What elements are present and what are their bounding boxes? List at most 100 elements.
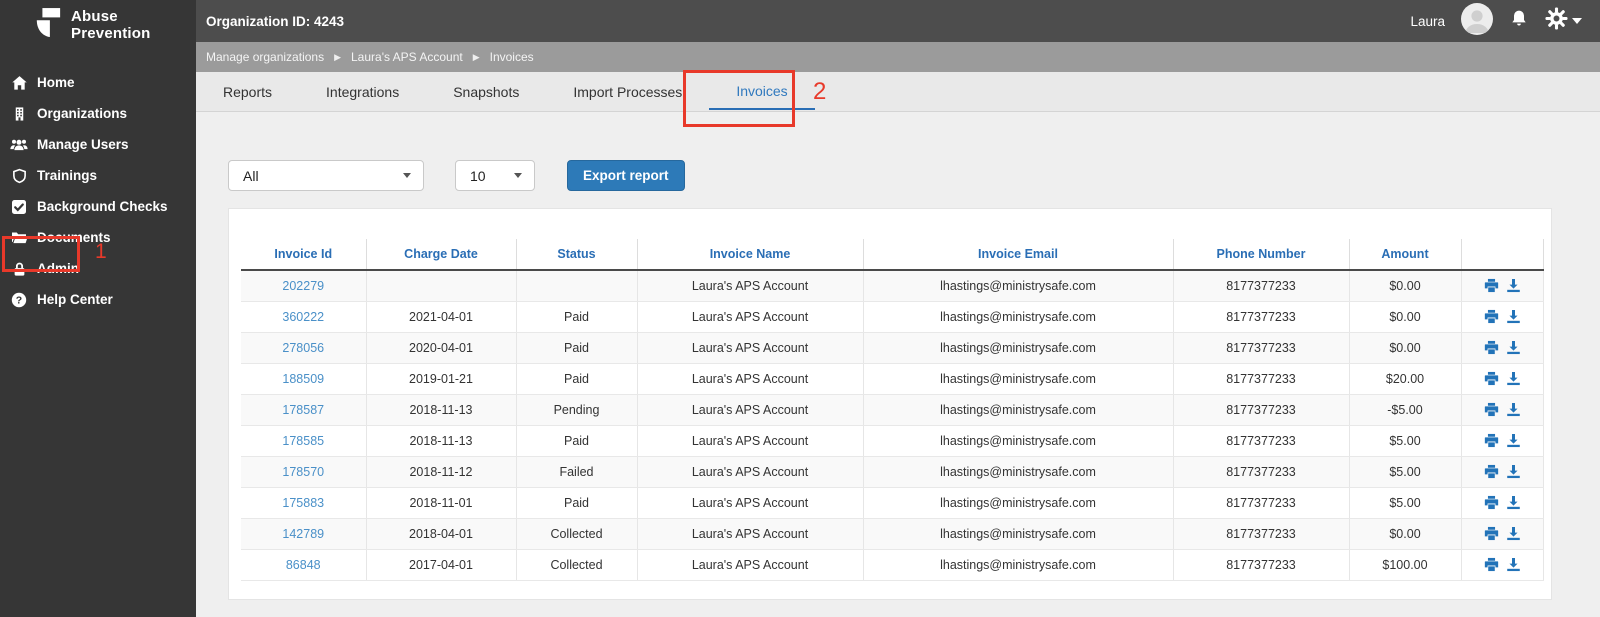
print-icon[interactable]: [1484, 340, 1499, 355]
page-size-value: 10: [470, 167, 486, 184]
settings-menu[interactable]: [1545, 7, 1582, 35]
charge-date-cell: 2020-04-01: [365, 332, 516, 364]
sidebar: Abuse Prevention Home Organizations Manage…: [0, 0, 196, 617]
sidebar-item-home[interactable]: Home: [0, 67, 196, 98]
charge-date-cell: 2018-11-01: [365, 487, 516, 519]
avatar[interactable]: [1461, 2, 1493, 40]
status-cell: Collected: [515, 518, 637, 550]
manage-users-icon: [10, 136, 28, 153]
breadcrumb-item[interactable]: Manage organizations: [206, 50, 324, 64]
invoice-name-cell: Laura's APS Account: [636, 301, 863, 333]
invoice-id-link[interactable]: 202279: [282, 279, 324, 293]
invoice-type-filter-select[interactable]: All: [228, 160, 424, 191]
amount-cell: $20.00: [1348, 363, 1461, 395]
tab-integrations[interactable]: Integrations: [299, 74, 426, 110]
print-icon[interactable]: [1484, 309, 1499, 324]
print-icon[interactable]: [1484, 278, 1499, 293]
trainings-icon: [10, 167, 28, 184]
column-header-invoice-id: Invoice Id: [241, 239, 366, 271]
download-icon[interactable]: [1506, 495, 1521, 510]
sidebar-item-admin[interactable]: Admin: [0, 253, 196, 284]
sidebar-item-manage-users[interactable]: Manage Users: [0, 129, 196, 160]
invoice-id-link[interactable]: 278056: [282, 341, 324, 355]
invoice-email-cell: lhastings@ministrysafe.com: [862, 425, 1173, 457]
sidebar-item-documents[interactable]: Documents: [0, 222, 196, 253]
download-icon[interactable]: [1506, 557, 1521, 572]
page-size-select[interactable]: 10: [455, 160, 535, 191]
actions-cell: [1460, 487, 1544, 519]
caret-down-icon[interactable]: [1572, 18, 1582, 24]
invoice-email-cell: lhastings@ministrysafe.com: [862, 518, 1173, 550]
invoice-name-cell: Laura's APS Account: [636, 518, 863, 550]
phone-number-cell: 8177377233: [1172, 332, 1349, 364]
invoice-id-link[interactable]: 360222: [282, 310, 324, 324]
tab-snapshots[interactable]: Snapshots: [426, 74, 546, 110]
home-icon: [10, 74, 28, 91]
status-cell: Failed: [515, 456, 637, 488]
actions-cell: [1460, 301, 1544, 333]
column-header-invoice-name: Invoice Name: [636, 239, 863, 271]
breadcrumb-item[interactable]: Invoices: [490, 50, 534, 64]
invoice-name-cell: Laura's APS Account: [636, 332, 863, 364]
row-actions: [1466, 495, 1539, 510]
export-report-button[interactable]: Export report: [567, 160, 685, 191]
row-actions: [1466, 526, 1539, 541]
row-actions: [1466, 309, 1539, 324]
actions-cell: [1460, 456, 1544, 488]
invoice-id-link[interactable]: 178587: [282, 403, 324, 417]
download-icon[interactable]: [1506, 402, 1521, 417]
download-icon[interactable]: [1506, 309, 1521, 324]
help-center-icon: ?: [10, 291, 28, 308]
download-icon[interactable]: [1506, 526, 1521, 541]
sidebar-item-help-center[interactable]: ? Help Center: [0, 284, 196, 315]
invoice-id-link[interactable]: 175883: [282, 496, 324, 510]
sidebar-item-organizations[interactable]: Organizations: [0, 98, 196, 129]
tab-import-processes[interactable]: Import Processes: [546, 74, 709, 110]
sidebar-item-background-checks[interactable]: Background Checks: [0, 191, 196, 222]
tab-invoices[interactable]: Invoices: [709, 74, 815, 110]
download-icon[interactable]: [1506, 340, 1521, 355]
status-cell: Paid: [515, 487, 637, 519]
invoice-id-cell: 360222: [241, 301, 366, 333]
column-header-amount: Amount: [1348, 239, 1461, 271]
invoice-id-cell: 278056: [241, 332, 366, 364]
tab-reports[interactable]: Reports: [196, 74, 299, 110]
download-icon[interactable]: [1506, 371, 1521, 386]
invoice-email-cell: lhastings@ministrysafe.com: [862, 456, 1173, 488]
download-icon[interactable]: [1506, 433, 1521, 448]
table-row: 360222 2021-04-01 Paid Laura's APS Account l…: [241, 301, 1544, 333]
print-icon[interactable]: [1484, 495, 1499, 510]
table-row: 175883 2018-11-01 Paid Laura's APS Account l…: [241, 487, 1544, 519]
download-icon[interactable]: [1506, 278, 1521, 293]
charge-date-cell: 2018-11-13: [365, 394, 516, 426]
row-actions: [1466, 278, 1539, 293]
print-icon[interactable]: [1484, 371, 1499, 386]
phone-number-cell: 8177377233: [1172, 456, 1349, 488]
invoice-id-link[interactable]: 178585: [282, 434, 324, 448]
actions-cell: [1460, 332, 1544, 364]
status-cell: Collected: [515, 549, 637, 581]
print-icon[interactable]: [1484, 464, 1499, 479]
invoice-email-cell: lhastings@ministrysafe.com: [862, 301, 1173, 333]
main-area: Organization ID: 4243 Laura Manage organ…: [196, 0, 1600, 617]
invoice-id-link[interactable]: 178570: [282, 465, 324, 479]
chevron-down-icon: [514, 173, 522, 178]
invoice-id-link[interactable]: 188509: [282, 372, 324, 386]
invoice-id-link[interactable]: 86848: [286, 558, 321, 572]
print-icon[interactable]: [1484, 433, 1499, 448]
brand-line1: Abuse: [71, 7, 118, 25]
status-cell: [515, 270, 637, 302]
row-actions: [1466, 371, 1539, 386]
status-cell: Paid: [515, 425, 637, 457]
print-icon[interactable]: [1484, 402, 1499, 417]
print-icon[interactable]: [1484, 526, 1499, 541]
amount-cell: $0.00: [1348, 301, 1461, 333]
download-icon[interactable]: [1506, 464, 1521, 479]
gear-icon[interactable]: [1545, 7, 1568, 35]
print-icon[interactable]: [1484, 557, 1499, 572]
breadcrumb-item[interactable]: Laura's APS Account: [351, 50, 463, 64]
invoice-id-link[interactable]: 142789: [282, 527, 324, 541]
bell-icon[interactable]: [1509, 8, 1529, 34]
organization-id: Organization ID: 4243: [206, 13, 345, 29]
sidebar-item-trainings[interactable]: Trainings: [0, 160, 196, 191]
